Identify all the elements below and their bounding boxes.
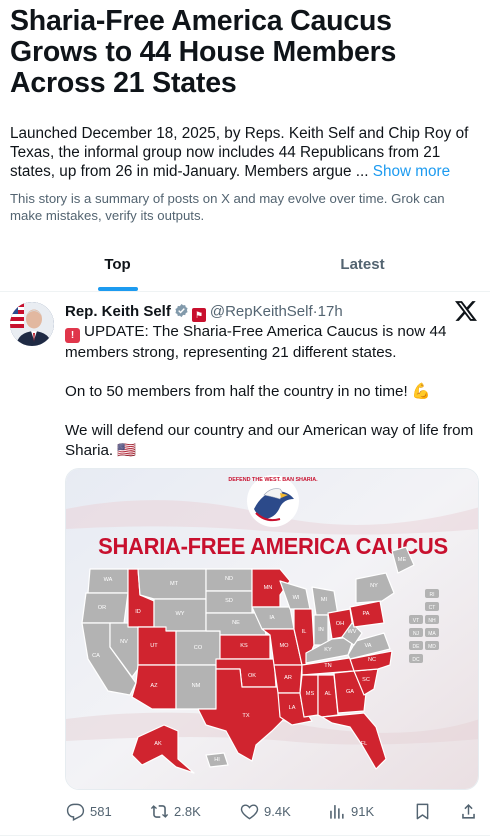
siren-icon: !: [65, 328, 80, 343]
tab-bar: Top Latest: [0, 240, 490, 292]
post-paragraph-1: ! UPDATE: The Sharia-Free America Caucus …: [65, 323, 447, 361]
state-label-al: AL: [325, 691, 332, 697]
state-label-ne: NE: [232, 620, 240, 626]
state-label-va: VA: [364, 643, 371, 649]
state-label-ok: OK: [248, 673, 256, 679]
reply-count: 581: [90, 803, 112, 819]
post[interactable]: Rep. Keith Self ⚑ @RepKeithSelf·17h ! UPDAT…: [0, 292, 490, 840]
state-label-mt: MT: [170, 581, 179, 587]
state-label-ny: NY: [370, 583, 378, 589]
bookmark-icon: [416, 803, 429, 819]
state-label-ca: CA: [92, 653, 100, 659]
state-label-co: CO: [194, 645, 203, 651]
state-label-nv: NV: [120, 639, 128, 645]
state-label-hi: HI: [214, 757, 220, 763]
state-label-pa: PA: [362, 611, 369, 617]
state-label-fl: FL: [361, 741, 368, 747]
state-label-in: IN: [318, 627, 324, 633]
state-label-sd: SD: [225, 598, 233, 604]
active-tab-indicator: [98, 287, 138, 291]
share-icon: [462, 803, 475, 819]
caucus-map-graphic: DEFEND THE WEST. BAN SHARIA. SHARIA-FREE…: [66, 469, 478, 789]
state-label-tx: TX: [242, 713, 249, 719]
small-state-label-de: DE: [413, 644, 421, 650]
repost-count: 2.8K: [174, 803, 201, 819]
share-button[interactable]: [459, 797, 483, 825]
logo-arc-text: DEFEND THE WEST. BAN SHARIA.: [228, 477, 318, 483]
views-chart-icon: [330, 804, 344, 819]
x-logo-icon: [455, 301, 477, 321]
post-time[interactable]: 17h: [318, 303, 343, 320]
post-paragraph-2: On to 50 members from half the country i…: [65, 383, 431, 400]
reply-icon: [66, 803, 85, 821]
state-label-me: ME: [398, 557, 407, 563]
state-label-mn: MN: [264, 585, 273, 591]
state-label-mo: MO: [279, 643, 289, 649]
state-label-mi: MI: [321, 597, 328, 603]
like-button[interactable]: 9.4K: [240, 797, 291, 825]
small-state-label-ri: RI: [430, 592, 435, 598]
views-count: 91K: [351, 803, 375, 819]
tab-top[interactable]: Top: [40, 240, 195, 292]
post-text: ! UPDATE: The Sharia-Free America Caucus …: [65, 322, 475, 480]
state-label-tn: TN: [324, 663, 331, 669]
small-state-label-nh: NH: [428, 618, 436, 624]
state-label-ak: AK: [154, 741, 162, 747]
small-state-label-nj: NJ: [413, 631, 420, 637]
tab-latest[interactable]: Latest: [285, 240, 440, 292]
reply-button[interactable]: 581: [66, 797, 112, 825]
avatar[interactable]: [10, 302, 54, 346]
repost-button[interactable]: 2.8K: [150, 797, 201, 825]
small-state-label-ct: CT: [429, 605, 436, 611]
state-label-az: AZ: [150, 683, 158, 689]
show-more-link[interactable]: Show more: [373, 163, 450, 180]
state-label-nm: NM: [192, 683, 201, 689]
story-summary: Launched December 18, 2025, by Reps. Kei…: [10, 124, 484, 181]
state-label-sc: SC: [362, 677, 370, 683]
story-headline: Sharia-Free America Caucus Grows to 44 H…: [10, 5, 397, 99]
state-label-nc: NC: [368, 657, 376, 663]
author-line: Rep. Keith Self ⚑ @RepKeithSelf·17h: [65, 302, 445, 322]
heart-icon: [240, 803, 259, 819]
views-button[interactable]: 91K: [327, 797, 374, 825]
state-label-ky: KY: [324, 647, 332, 653]
small-state-label-dc: DC: [412, 657, 420, 663]
state-label-or: OR: [98, 605, 106, 611]
state-label-oh: OH: [336, 621, 344, 627]
post-image[interactable]: DEFEND THE WEST. BAN SHARIA. SHARIA-FREE…: [65, 468, 479, 790]
state-label-nd: ND: [225, 576, 233, 582]
author-name[interactable]: Rep. Keith Self: [65, 303, 171, 320]
state-label-il: IL: [302, 629, 307, 635]
post-paragraph-3: We will defend our country and our Ameri…: [65, 422, 474, 459]
state-label-ar: AR: [284, 675, 292, 681]
state-label-wv: WV: [347, 629, 356, 635]
like-count: 9.4K: [264, 803, 291, 819]
small-state-label-vt: VT: [413, 618, 419, 624]
verified-badge-icon: [175, 303, 188, 318]
state-label-la: LA: [289, 705, 296, 711]
state-label-ia: IA: [269, 615, 275, 621]
state-label-ga: GA: [346, 689, 354, 695]
state-label-ut: UT: [150, 643, 158, 649]
affiliation-badge-icon[interactable]: ⚑: [191, 308, 206, 322]
state-label-ks: KS: [240, 643, 248, 649]
state-label-id: ID: [135, 609, 141, 615]
bookmark-button[interactable]: [413, 797, 437, 825]
state-label-wi: WI: [293, 595, 300, 601]
state-label-wy: WY: [175, 611, 184, 617]
state-label-ms: MS: [306, 691, 315, 697]
small-state-label-md: MD: [428, 644, 436, 650]
grok-disclaimer: This story is a summary of posts on X an…: [10, 191, 445, 223]
post-handle[interactable]: @RepKeithSelf: [210, 303, 313, 320]
divider: [0, 835, 490, 836]
repost-icon: [150, 804, 169, 818]
small-state-label-ma: MA: [428, 631, 436, 637]
state-label-wa: WA: [104, 577, 113, 583]
action-bar: 581 2.8K 9.4K 91K: [0, 797, 490, 825]
